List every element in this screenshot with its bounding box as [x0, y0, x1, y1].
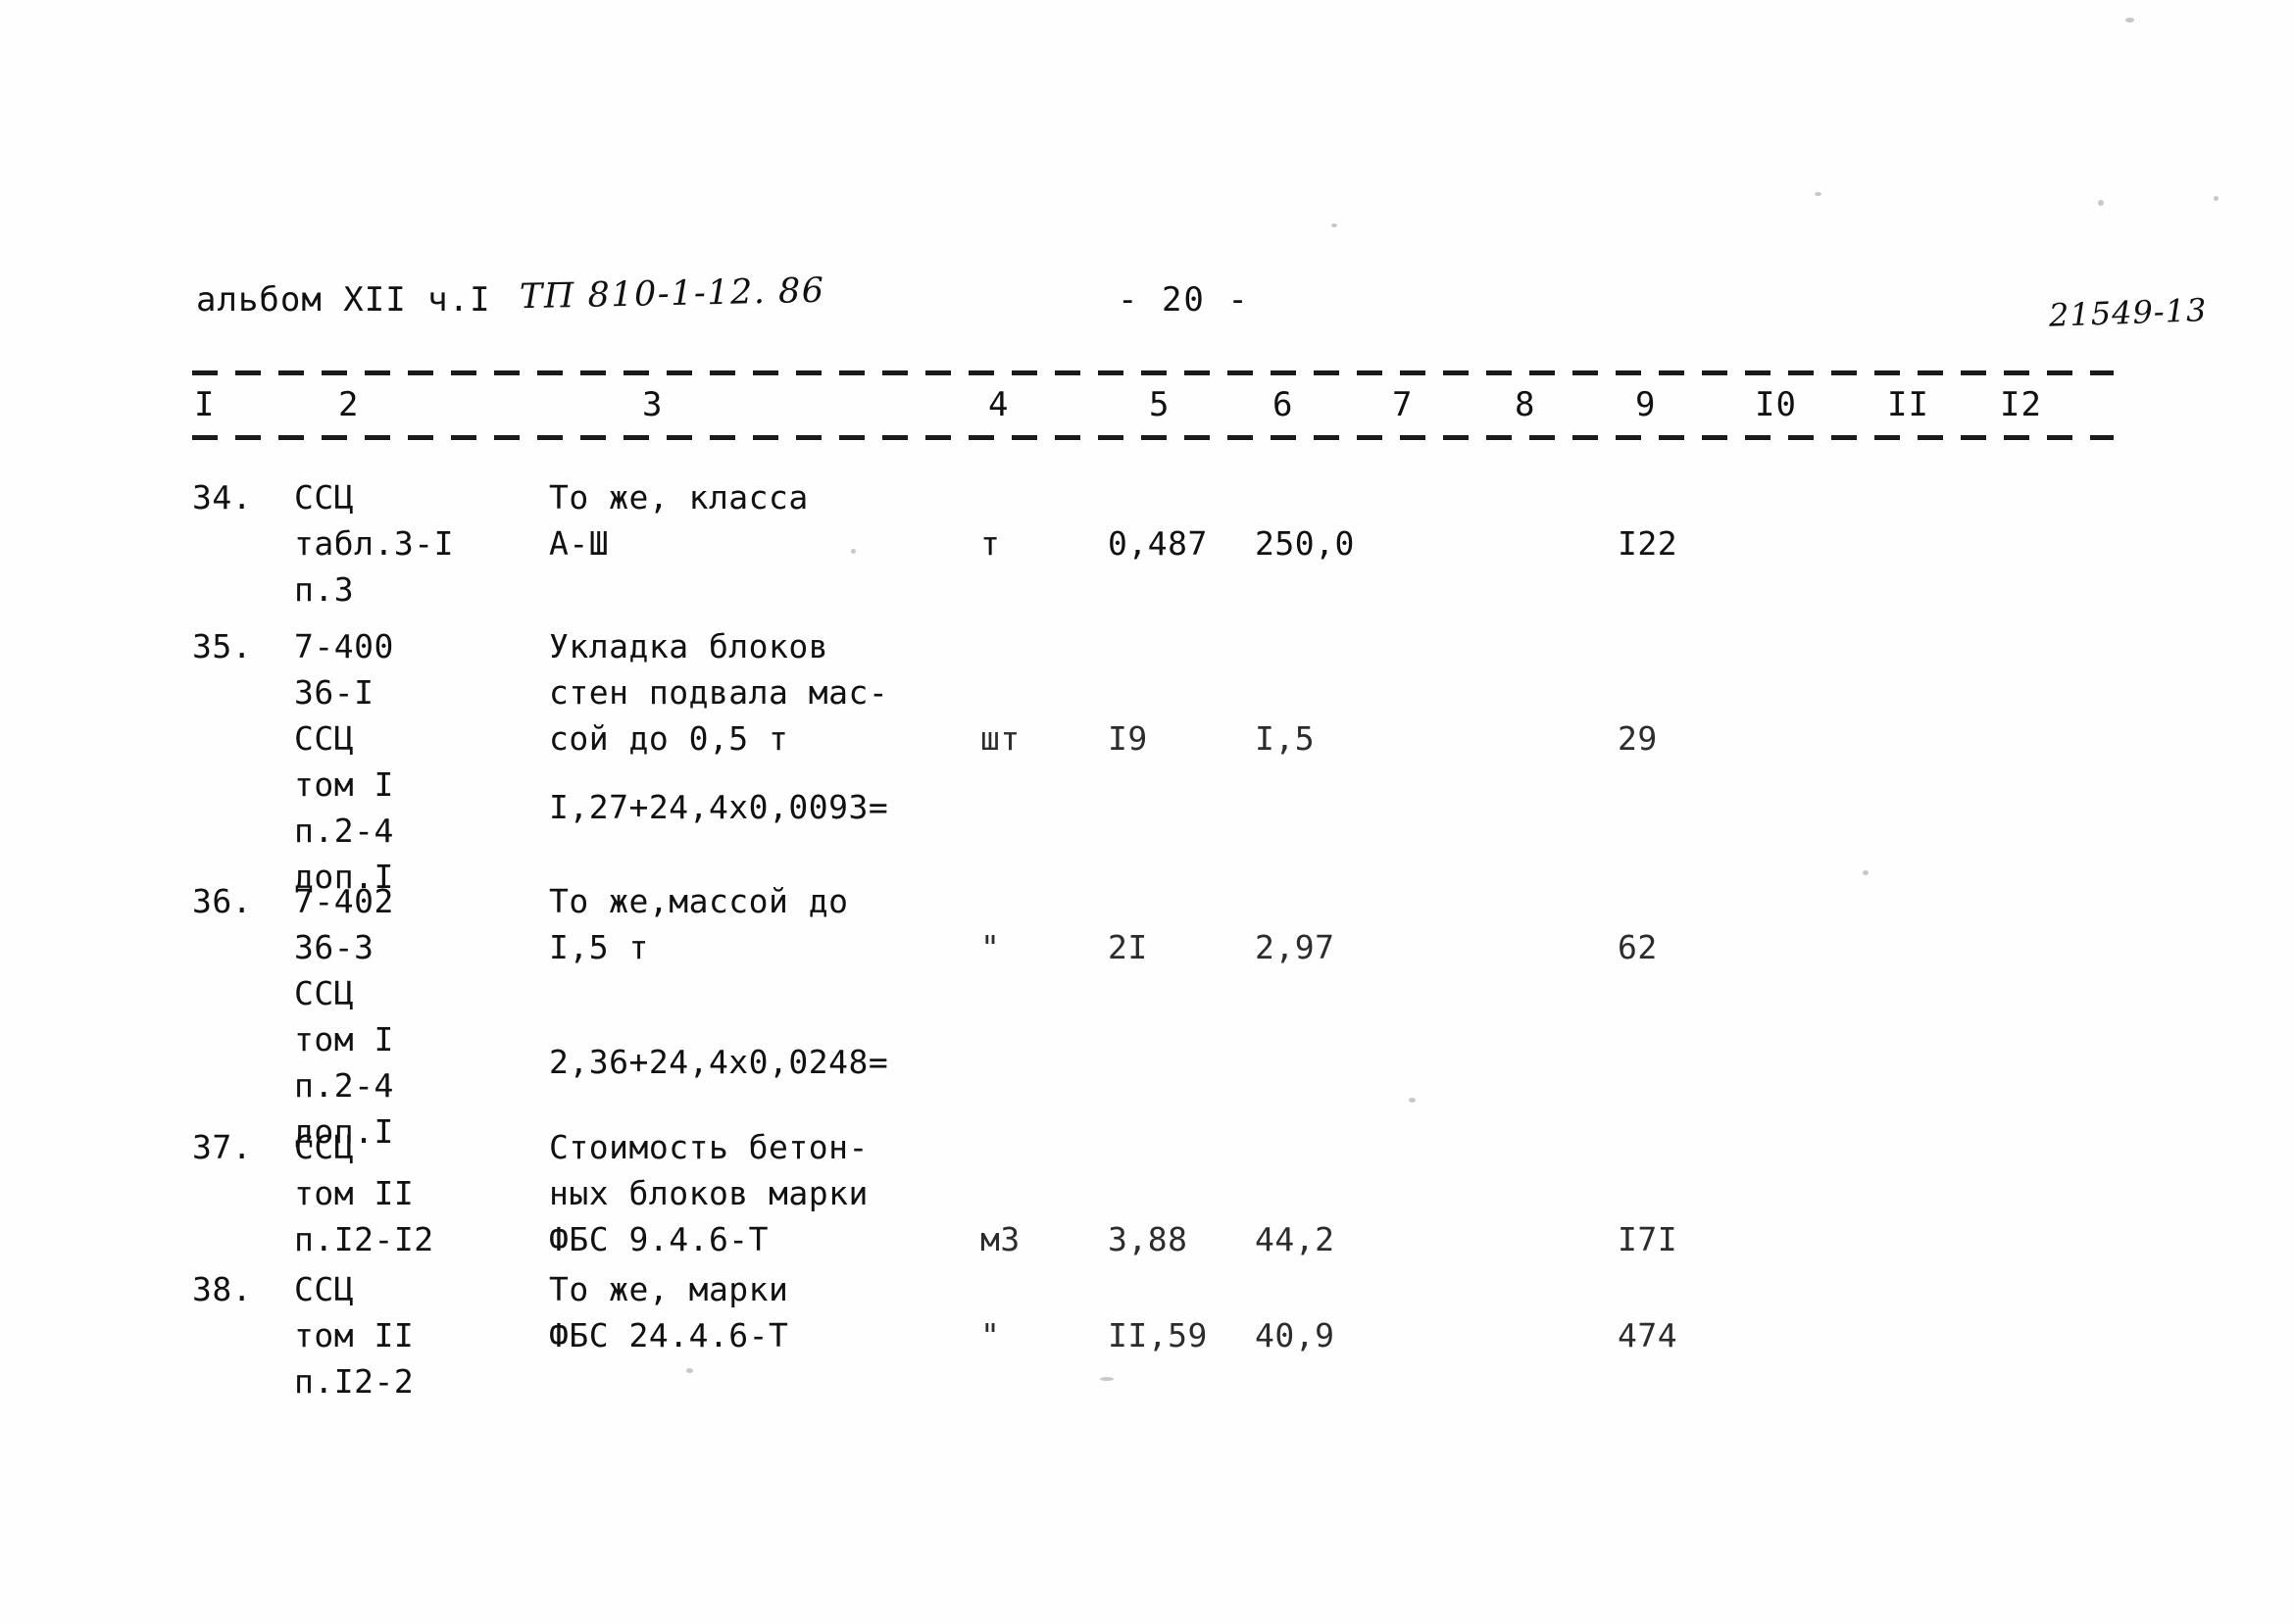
unit-price-value: 40,9	[1255, 1316, 1335, 1354]
unit-of-measure: т	[980, 524, 1001, 563]
quantity-value: 3,88	[1108, 1220, 1188, 1258]
row-number: 38.	[192, 1270, 253, 1308]
total-cost-value: 62	[1618, 928, 1658, 966]
calculation-formula: 2,36+24,4х0,0248=	[549, 1043, 889, 1081]
justification-ref: ССЦ табл.3-I п.3	[294, 478, 454, 609]
scanned-page: альбом XII ч.I ТП 810-1-12. 86 - 20 - 21…	[0, 0, 2294, 1624]
total-cost-value: I7I	[1618, 1220, 1678, 1258]
unit-of-measure: "	[980, 928, 1001, 966]
unit-price-value: 44,2	[1255, 1220, 1335, 1258]
unit-price-value: I,5	[1255, 719, 1316, 758]
work-description: Укладка блоков стен подвала мас- сой до …	[549, 627, 889, 758]
work-description: То же,массой до I,5 т	[549, 882, 849, 966]
unit-of-measure: м3	[980, 1220, 1021, 1258]
total-cost-value: I22	[1618, 524, 1678, 563]
total-cost-value: 474	[1618, 1316, 1678, 1354]
row-number: 36.	[192, 882, 253, 920]
total-cost-value: 29	[1618, 719, 1658, 758]
row-number: 34.	[192, 478, 253, 517]
justification-ref: 7-400 36-I ССЦ том I п.2-4 доп.I	[294, 627, 394, 896]
row-number: 35.	[192, 627, 253, 665]
work-description: То же, марки ФБС 24.4.6-Т	[549, 1270, 789, 1354]
quantity-value: I9	[1108, 719, 1148, 758]
row-number: 37.	[192, 1128, 253, 1166]
calculation-formula: I,27+24,4х0,0093=	[549, 788, 889, 826]
quantity-value: II,59	[1108, 1316, 1208, 1354]
unit-of-measure: "	[980, 1316, 1001, 1354]
justification-ref: 7-402 36-3 ССЦ том I п.2-4 доп.I	[294, 882, 394, 1151]
justification-ref: ССЦ том II п.I2-I2	[294, 1128, 434, 1258]
unit-of-measure: шт	[980, 719, 1021, 758]
estimate-table-body: 34. ССЦ табл.3-I п.3 То же, класса А-Ш т…	[0, 0, 2294, 1624]
unit-price-value: 2,97	[1255, 928, 1335, 966]
unit-price-value: 250,0	[1255, 524, 1355, 563]
justification-ref: ССЦ том II п.I2-2	[294, 1270, 415, 1401]
work-description: Стоимость бетон- ных блоков марки ФБС 9.…	[549, 1128, 869, 1258]
quantity-value: 2I	[1108, 928, 1148, 966]
quantity-value: 0,487	[1108, 524, 1208, 563]
work-description: То же, класса А-Ш	[549, 478, 809, 563]
